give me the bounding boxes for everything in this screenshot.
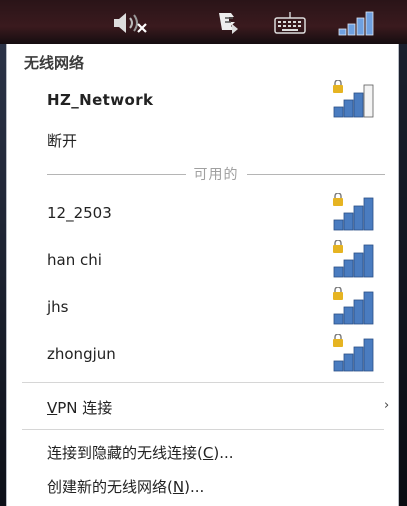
vpn-label: VPN 连接 [47,397,112,418]
clipboard-icon[interactable] [214,10,244,36]
wifi-signal-locked-icon [331,79,383,120]
create-new-label: 创建新的无线网络(N)... [47,476,204,497]
create-new-label-pre: 创建新的无线网络( [47,477,173,496]
menu-separator [22,382,384,383]
vpn-connections-item[interactable]: VPN 连接 [7,387,398,427]
current-network-item[interactable]: HZ_Network [7,79,398,120]
volume-muted-icon[interactable] [110,10,150,36]
create-new-label-post: )... [184,477,205,496]
network-name: 12_2503 [47,204,112,222]
background-window-edge-right [399,44,407,506]
menu-separator [22,429,384,430]
create-new-label-mnemonic: N [172,477,185,496]
top-panel [0,0,407,44]
network-name: zhongjun [47,345,116,363]
disconnect-item[interactable]: 断开 [7,120,398,160]
connect-hidden-label-pre: 连接到隐藏的无线连接( [47,443,203,462]
connect-hidden-label-post: )... [213,443,234,462]
network-name: jhs [47,298,69,316]
available-label: 可用的 [193,167,239,183]
network-item-12_2503[interactable]: 12_2503 [7,192,398,233]
network-item-jhs[interactable]: jhs [7,286,398,327]
network-name: han chi [47,251,102,269]
divider-line-right [246,173,385,175]
divider-line-left [47,173,186,175]
network-signal-icon[interactable] [337,10,377,36]
wireless-network-menu: 无线网络 HZ_Network 断开 可用的 12_2503 han chi j… [6,44,399,506]
network-item-zhongjun[interactable]: zhongjun [7,333,398,374]
keyboard-icon[interactable] [272,10,308,36]
disconnect-label: 断开 [47,131,78,150]
connect-hidden-label: 连接到隐藏的无线连接(C)... [47,442,234,463]
wifi-signal-locked-icon [331,239,383,280]
vpn-label-mnemonic: V [47,398,58,417]
available-divider: 可用的 [47,162,385,186]
section-header-wireless: 无线网络 [24,54,85,72]
create-new-network-item[interactable]: 创建新的无线网络(N)... [7,466,398,506]
network-item-han-chi[interactable]: han chi [7,239,398,280]
wifi-signal-locked-icon [331,333,383,374]
wifi-signal-locked-icon [331,286,383,327]
wifi-signal-locked-icon [331,192,383,233]
vpn-label-post: PN 连接 [57,398,113,417]
network-name: HZ_Network [47,91,154,109]
connect-hidden-label-mnemonic: C [202,443,214,462]
submenu-arrow-icon: › [384,398,390,413]
